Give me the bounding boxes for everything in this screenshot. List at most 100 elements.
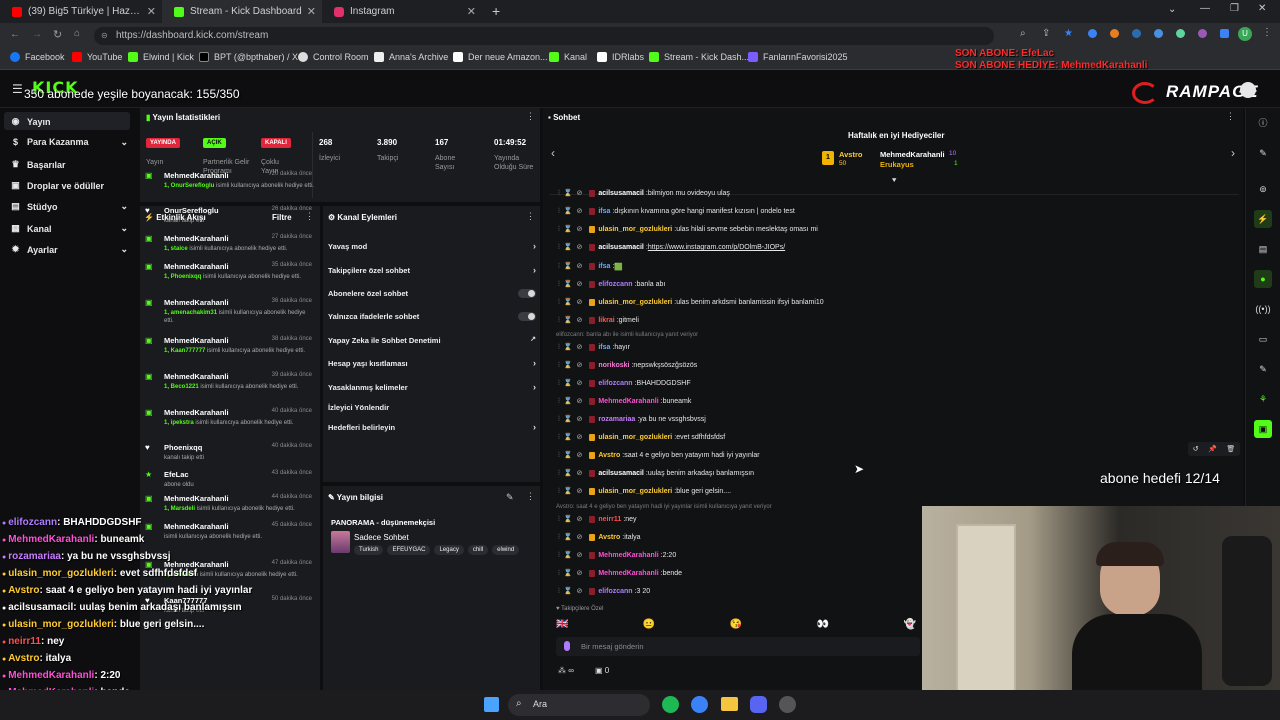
pin-icon[interactable]: 📌 [1208, 445, 1217, 453]
mic-icon[interactable] [564, 641, 570, 651]
back-icon[interactable]: ← [10, 29, 20, 40]
mod-actions-icon[interactable]: ⫶⌛⊘ [558, 469, 586, 478]
bookmark-fanlarin-favorisi[interactable]: FanlarınFavorisi2025 [748, 52, 848, 62]
mod-actions-icon[interactable]: ⫶⌛⊘ [558, 243, 586, 252]
chat-message[interactable]: ⫶⌛⊘ ulasin_mor_gozlukleri: ulas benim ark… [558, 298, 824, 307]
bookmark-kanal[interactable]: Kanal [549, 52, 587, 62]
chat-message[interactable]: ⫶⌛⊘ likrai: gitmeli [558, 316, 639, 325]
minimize-button[interactable]: — [1200, 3, 1210, 14]
bookmark-control-room[interactable]: Control Room [298, 52, 369, 62]
chat-message[interactable]: ⫶⌛⊘ elifozcann: 3 20 [558, 587, 650, 596]
mod-actions-icon[interactable]: ⫶⌛⊘ [558, 533, 586, 542]
bookmark-star-icon[interactable]: ★ [1064, 28, 1073, 39]
channel-action-row[interactable]: Takipçilere özel sohbet › [328, 265, 538, 275]
extension-icon[interactable] [1132, 29, 1141, 38]
mod-actions-icon[interactable]: ⫶⌛⊘ [558, 451, 586, 460]
mod-actions-icon[interactable]: ⫶⌛⊘ [558, 487, 586, 496]
more-options-icon[interactable]: ⋮ [1226, 111, 1235, 122]
mod-actions-icon[interactable]: ⫶⌛⊘ [558, 280, 586, 289]
chat-username[interactable]: ifsa [598, 263, 610, 270]
more-options-icon[interactable]: ⋮ [526, 111, 535, 122]
mod-actions-icon[interactable]: ⫶⌛⊘ [558, 397, 586, 406]
extension-icon[interactable] [1176, 29, 1185, 38]
chat-username[interactable]: ulasin_mor_gozlukleri [598, 299, 672, 306]
sidebar-item-yayin[interactable]: ◉ Yayın [10, 116, 51, 127]
hamburger-menu-icon[interactable]: ☰ [12, 82, 23, 96]
windows-start-icon[interactable] [484, 697, 499, 712]
toggle-switch[interactable] [518, 312, 536, 321]
bookmark-bpt[interactable]: BPT (@bpthaber) / X [199, 52, 298, 62]
user-avatar[interactable] [1240, 82, 1256, 98]
more-options-icon[interactable]: ⋮ [526, 491, 535, 502]
broadcast-tool-icon[interactable]: ((•)) [1254, 300, 1272, 318]
chat-message[interactable]: ⫶⌛⊘ ulasin_mor_gozlukleri: blue geri gels… [558, 487, 731, 496]
bookmark-facebook[interactable]: Facebook [10, 52, 65, 62]
chat-username[interactable]: acilsusamacil [598, 190, 644, 197]
channel-action-row[interactable]: Yasaklanmış kelimeler › [328, 382, 538, 392]
mod-actions-icon[interactable]: ⫶⌛⊘ [558, 515, 586, 524]
tab-list-icon[interactable]: ⌄ [1168, 4, 1176, 15]
bookmark-youtube[interactable]: YouTube [72, 52, 122, 62]
channel-action-row[interactable]: İzleyici Yönlendir [328, 403, 538, 412]
obs-icon[interactable] [779, 696, 796, 713]
chat-username[interactable]: Avstro [598, 452, 620, 459]
smile-emote-icon[interactable]: 😐 [643, 619, 655, 630]
toggle-switch[interactable] [518, 289, 536, 298]
chat-input[interactable]: Bir mesaj gönderin [556, 637, 920, 656]
chat-username[interactable]: ulasin_mor_gozlukleri [598, 434, 672, 441]
maximize-button[interactable]: ❐ [1230, 3, 1239, 14]
chat-message[interactable]: ⫶⌛⊘ ulasin_mor_gozlukleri: ulas hilali se… [558, 225, 818, 234]
extension-icon[interactable] [1154, 29, 1163, 38]
chat-username[interactable]: elifozcann [598, 588, 632, 595]
chrome-icon[interactable] [691, 696, 708, 713]
chat-message[interactable]: ⫶⌛⊘ MehmedKarahanli: 2:20 [558, 551, 676, 560]
channel-action-row[interactable]: Yavaş mod › [328, 241, 538, 251]
tab-instagram[interactable]: Instagram ✕ [322, 0, 482, 23]
taskbar-search[interactable]: ⌕ Ara [508, 694, 650, 716]
close-tab-icon[interactable]: ✕ [147, 5, 156, 18]
sidebar-item-studyo[interactable]: ▤ Stüdyo ⌄ [10, 201, 128, 212]
activity-recipient[interactable]: 1, amenachakim31 [164, 310, 217, 316]
mod-actions-icon[interactable]: ⫶⌛⊘ [558, 189, 586, 198]
close-window-button[interactable]: ✕ [1258, 3, 1266, 14]
chat-username[interactable]: likrai [598, 317, 614, 324]
sidebar-toggle-icon[interactable] [1220, 29, 1229, 38]
chat-message[interactable]: ⫶⌛⊘ rozamariaa: ya bu ne vssghsbvssj [558, 415, 706, 424]
mod-actions-icon[interactable]: ⫶⌛⊘ [558, 569, 586, 578]
flag-emote-icon[interactable]: 🇬🇧 [556, 619, 568, 630]
edit-icon[interactable]: ✎ [506, 492, 514, 503]
stack-icon[interactable]: ▭ [1254, 330, 1272, 348]
chat-message[interactable]: ⫶⌛⊘ MehmedKarahanli: bende [558, 569, 682, 578]
chat-username[interactable]: MehmedKarahanli [598, 398, 658, 405]
chat-username[interactable]: ifsa [598, 208, 610, 215]
chat-link[interactable]: https://www.instagram.com/p/DOlmB-JIOPs/ [648, 244, 785, 251]
chat-message[interactable]: ⫶⌛⊘ Avstro: italya [558, 533, 641, 542]
chat-username[interactable]: acilsusamacil [598, 244, 644, 251]
chat-message[interactable]: ⫶⌛⊘ neirr11: ney [558, 515, 637, 524]
chat-message[interactable]: ⫶⌛⊘ ifsa: hayır [558, 343, 630, 352]
mod-actions-icon[interactable]: ⫶⌛⊘ [558, 587, 586, 596]
extension-icon[interactable] [1198, 29, 1207, 38]
mod-actions-icon[interactable]: ⫶⌛⊘ [558, 415, 586, 424]
channel-action-row[interactable]: Abonelere özel sohbet [328, 289, 538, 298]
mod-actions-icon[interactable]: ⫶⌛⊘ [558, 298, 586, 307]
mod-actions-icon[interactable]: ⫶⌛⊘ [558, 316, 586, 325]
stream-tag[interactable]: chill [467, 545, 489, 555]
chat-username[interactable]: neirr11 [598, 516, 621, 523]
target-icon[interactable]: ⊚ [1254, 180, 1272, 198]
chat-message[interactable]: ⫶⌛⊘ acilsusamacil: uulaş benim arkadaşı b… [558, 469, 754, 478]
chat-tool-icon[interactable]: ● [1254, 270, 1272, 288]
new-tab-button[interactable]: + [492, 3, 500, 19]
mod-actions-icon[interactable]: ⫶⌛⊘ [558, 207, 586, 216]
channel-action-row[interactable]: Yapay Zeka ile Sohbet Denetimi ↗ [328, 336, 538, 345]
url-input[interactable]: ⊝ https://dashboard.kick.com/stream [94, 27, 994, 45]
stream-tag[interactable]: elwind [492, 545, 520, 555]
sidebar-item-droplar[interactable]: ▣ Droplar ve ödüller [10, 180, 104, 191]
mod-actions-icon[interactable]: ⫶⌛⊘ [558, 225, 586, 234]
lightning-tool-icon[interactable]: ⚡ [1254, 210, 1272, 228]
chat-username[interactable]: Avstro [598, 534, 620, 541]
file-explorer-icon[interactable] [721, 697, 738, 711]
bookmark-kick-dashboard[interactable]: Stream - Kick Dash... [649, 52, 749, 62]
chevron-left-icon[interactable]: ‹ [551, 146, 555, 160]
chat-message[interactable]: ⫶⌛⊘ acilsusamacil: bilmiyon mu ovideoyu u… [558, 189, 730, 198]
